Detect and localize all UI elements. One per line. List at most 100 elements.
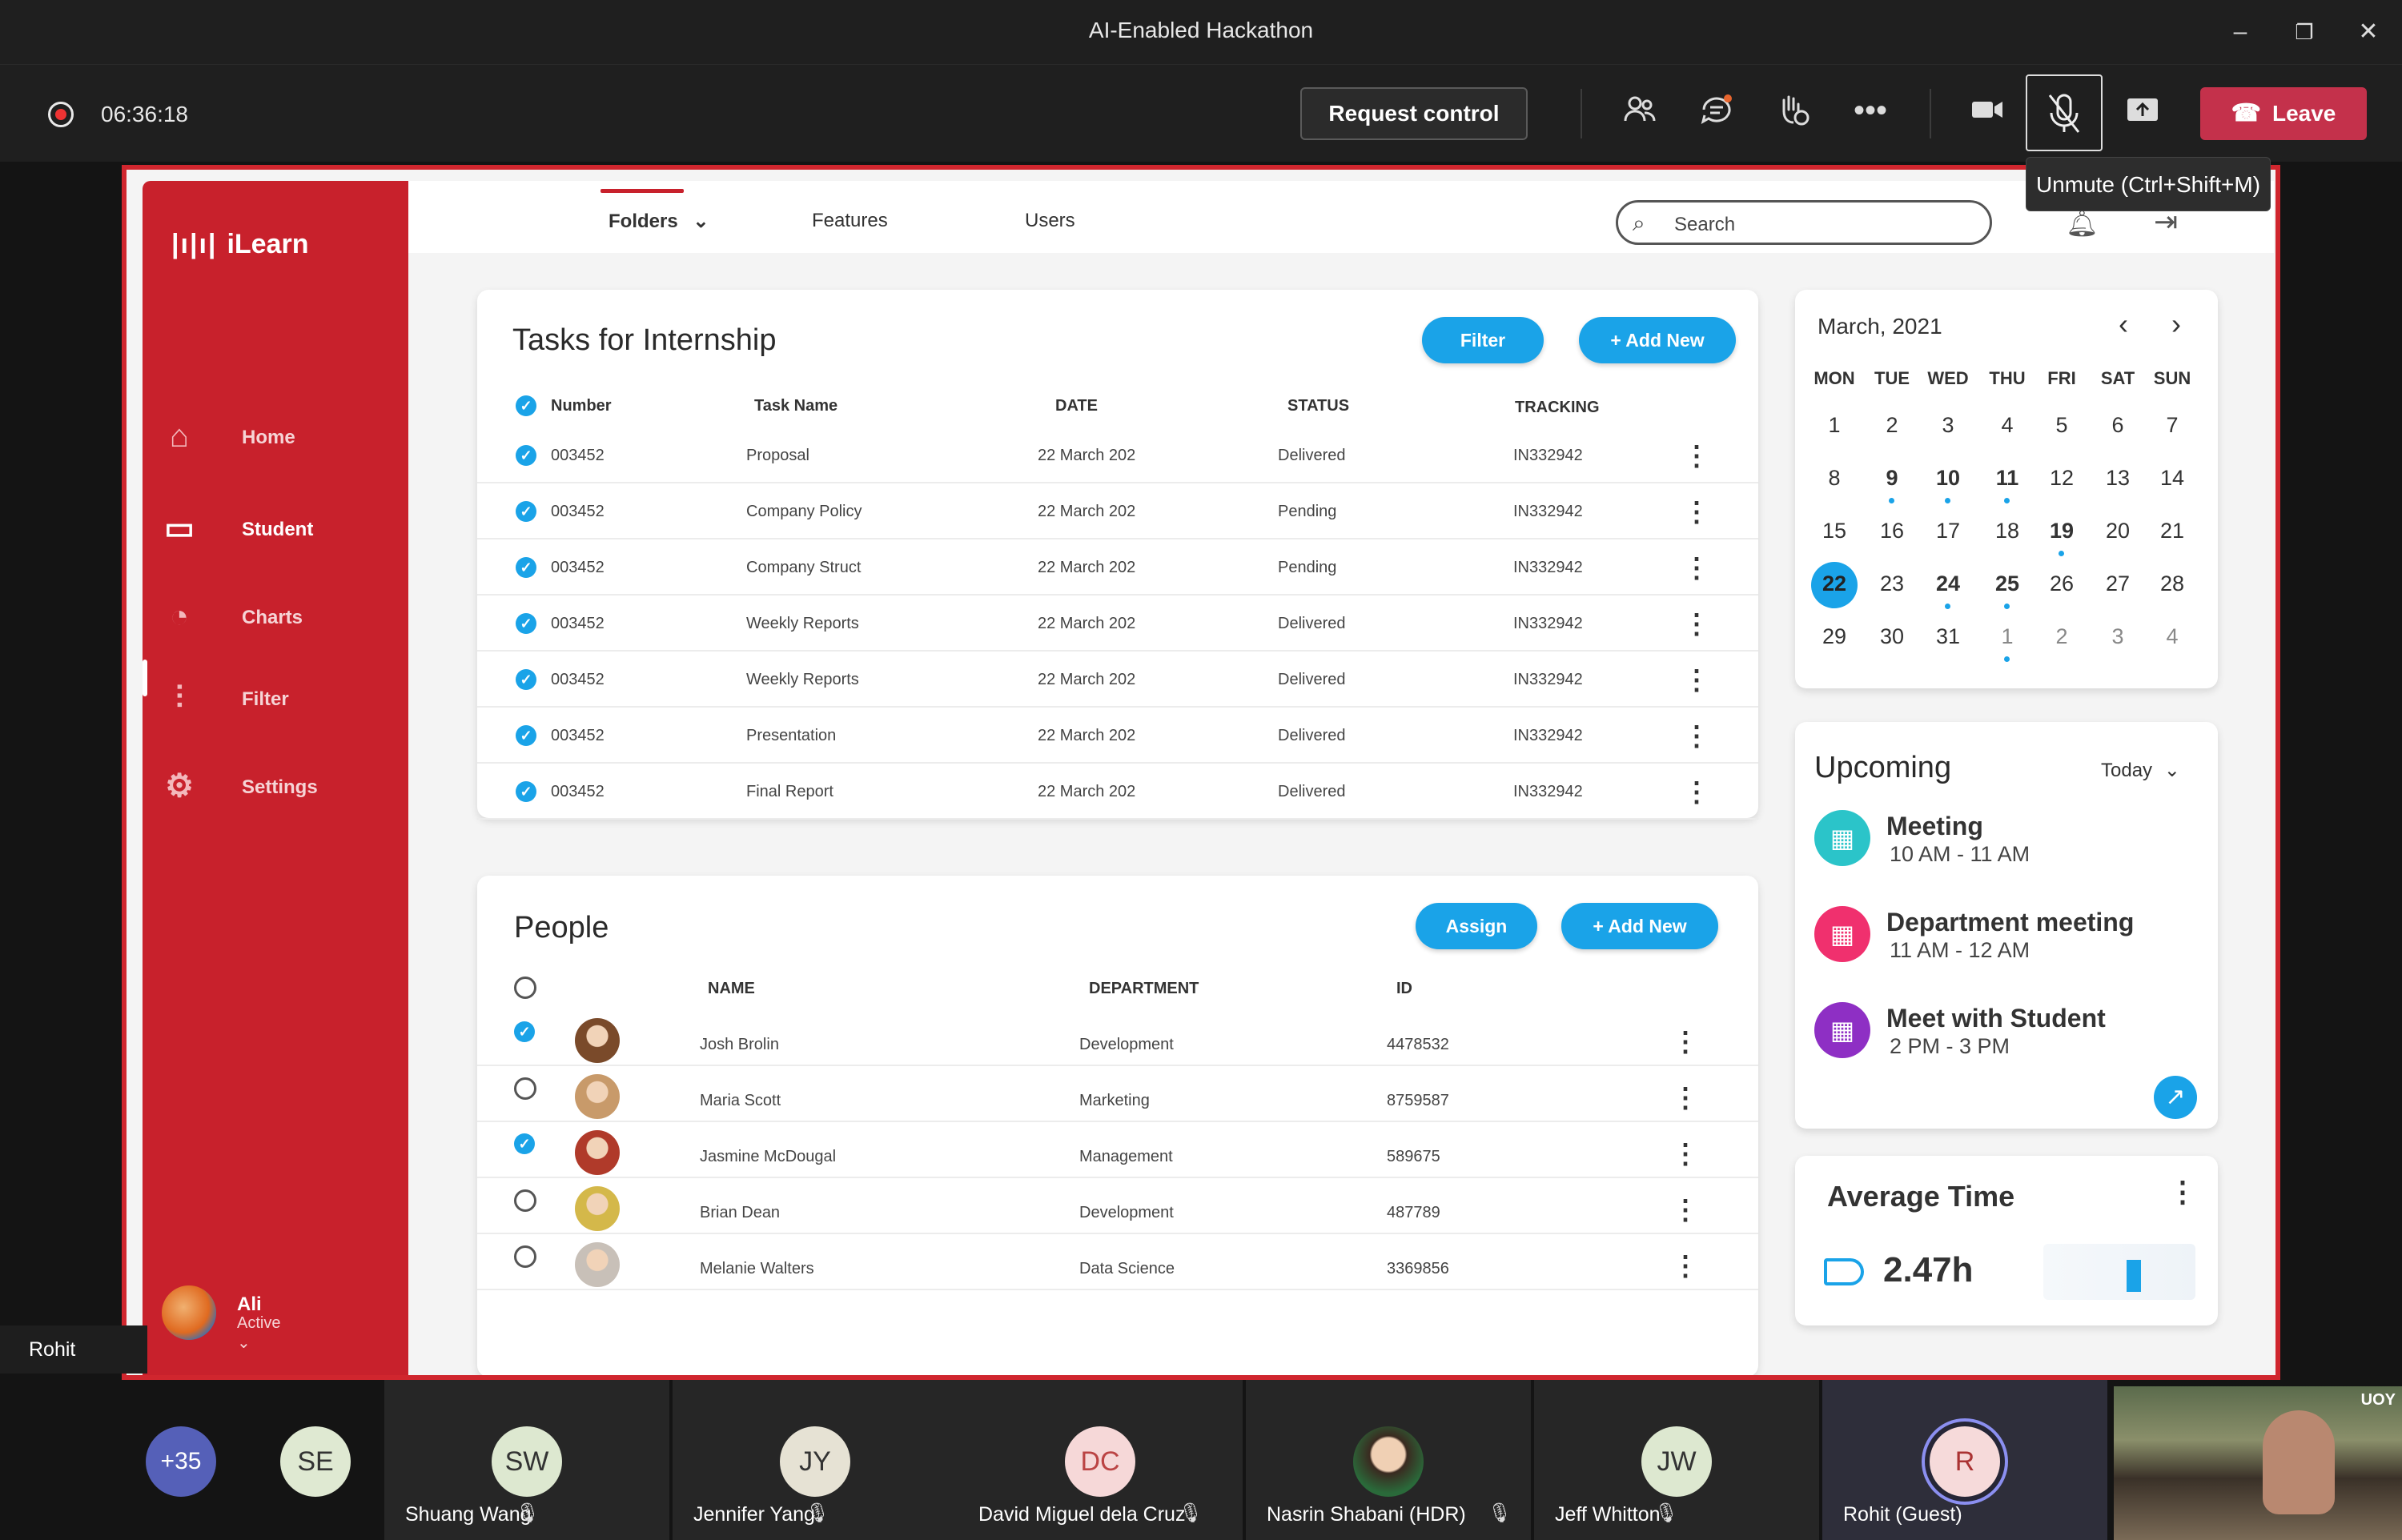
- table-row[interactable]: Maria Scott Marketing 8759587 ⋮: [477, 1068, 1758, 1122]
- calendar-day[interactable]: 9: [1868, 466, 1916, 491]
- kebab-menu-icon[interactable]: ⋮: [2168, 1175, 2197, 1209]
- event-title[interactable]: Meeting: [1886, 812, 1983, 841]
- row-menu-icon[interactable]: ⋮: [1672, 1026, 1699, 1058]
- calendar-day[interactable]: 2: [2038, 624, 2086, 649]
- calendar-day[interactable]: 14: [2148, 466, 2196, 491]
- row-menu-icon[interactable]: ⋮: [1683, 608, 1710, 640]
- col-tracking[interactable]: TRACKING: [1515, 399, 1600, 417]
- tab-features[interactable]: Features: [812, 210, 888, 232]
- mic-button[interactable]: [2026, 74, 2103, 151]
- col-id[interactable]: ID: [1396, 980, 1412, 998]
- table-row[interactable]: ✓ 003452 Weekly Reports 22 March 202 Deliver…: [477, 653, 1758, 708]
- calendar-day[interactable]: 8: [1810, 466, 1858, 491]
- add-person-button[interactable]: + Add New: [1561, 903, 1718, 949]
- prev-month-icon[interactable]: ‹: [2119, 307, 2128, 341]
- nav-home[interactable]: ⌂ Home: [162, 409, 402, 465]
- calendar-day[interactable]: 7: [2148, 413, 2196, 438]
- row-menu-icon[interactable]: ⋮: [1683, 664, 1710, 696]
- row-menu-icon[interactable]: ⋮: [1683, 776, 1710, 808]
- row-checkbox[interactable]: ✓: [516, 613, 536, 634]
- select-all-checkbox[interactable]: [514, 977, 536, 999]
- add-task-button[interactable]: + Add New: [1579, 317, 1736, 363]
- calendar-day[interactable]: 10: [1924, 466, 1972, 491]
- row-checkbox[interactable]: ✓: [516, 445, 536, 466]
- calendar-day[interactable]: 17: [1924, 519, 1972, 543]
- calendar-day[interactable]: 29: [1810, 624, 1858, 649]
- table-row[interactable]: ✓ 003452 Weekly Reports 22 March 202 Deliver…: [477, 597, 1758, 652]
- row-checkbox[interactable]: ✓: [516, 669, 536, 690]
- row-menu-icon[interactable]: ⋮: [1683, 440, 1710, 472]
- assign-button[interactable]: Assign: [1416, 903, 1537, 949]
- col-status[interactable]: STATUS: [1287, 397, 1349, 415]
- row-checkbox[interactable]: ✓: [516, 725, 536, 746]
- select-all-checkbox[interactable]: ✓: [516, 395, 536, 416]
- tab-folders[interactable]: Folders ⌄: [609, 210, 709, 233]
- calendar-day[interactable]: 1: [1983, 624, 2031, 649]
- row-checkbox[interactable]: [514, 1077, 536, 1100]
- chat-icon[interactable]: [1694, 92, 1739, 137]
- row-menu-icon[interactable]: ⋮: [1683, 496, 1710, 528]
- request-control-button[interactable]: Request control: [1300, 87, 1528, 140]
- col-name[interactable]: NAME: [708, 980, 755, 998]
- calendar-day[interactable]: 5: [2038, 413, 2086, 438]
- calendar-day[interactable]: 4: [1983, 413, 2031, 438]
- bell-icon[interactable]: 🔔︎: [2066, 208, 2099, 239]
- calendar-day[interactable]: 15: [1810, 519, 1858, 543]
- table-row[interactable]: Melanie Walters Data Science 3369856 ⋮: [477, 1236, 1758, 1290]
- calendar-day[interactable]: 27: [2094, 571, 2142, 596]
- tab-users[interactable]: Users: [1025, 210, 1075, 232]
- search-input[interactable]: ⌕ Search: [1616, 200, 1992, 245]
- col-date[interactable]: DATE: [1055, 397, 1098, 415]
- calendar-day[interactable]: 20: [2094, 519, 2142, 543]
- calendar-day[interactable]: 18: [1983, 519, 2031, 543]
- calendar-day[interactable]: 31: [1924, 624, 1972, 649]
- minimize-icon[interactable]: –: [2223, 14, 2258, 50]
- more-options-icon[interactable]: •••: [1848, 92, 1893, 137]
- table-row[interactable]: ✓ 003452 Company Policy 22 March 202 Pending…: [477, 485, 1758, 539]
- participant-avatar[interactable]: SE: [280, 1426, 351, 1497]
- camera-icon[interactable]: [1965, 92, 2010, 137]
- calendar-day[interactable]: 3: [2094, 624, 2142, 649]
- filter-button[interactable]: Filter: [1422, 317, 1544, 363]
- calendar-day[interactable]: 30: [1868, 624, 1916, 649]
- calendar-day[interactable]: 6: [2094, 413, 2142, 438]
- calendar-day[interactable]: 3: [1924, 413, 1972, 438]
- participant-video[interactable]: UOY: [2114, 1386, 2402, 1540]
- calendar-day[interactable]: 2: [1868, 413, 1916, 438]
- participants-icon[interactable]: [1617, 92, 1662, 137]
- row-menu-icon[interactable]: ⋮: [1672, 1250, 1699, 1282]
- calendar-day[interactable]: 21: [2148, 519, 2196, 543]
- row-checkbox[interactable]: ✓: [516, 781, 536, 802]
- restore-icon[interactable]: ❐: [2287, 14, 2322, 50]
- raise-hand-icon[interactable]: [1771, 92, 1816, 137]
- row-checkbox[interactable]: ✓: [514, 1133, 535, 1154]
- calendar-day[interactable]: 25: [1983, 571, 2031, 596]
- upcoming-filter-dropdown[interactable]: Today ⌄: [2101, 759, 2180, 782]
- leave-button[interactable]: ☎ Leave: [2200, 87, 2367, 140]
- table-row[interactable]: ✓ 003452 Presentation 22 March 202 Delivered…: [477, 709, 1758, 764]
- calendar-day[interactable]: 11: [1983, 466, 2031, 491]
- calendar-day[interactable]: 12: [2038, 466, 2086, 491]
- row-checkbox[interactable]: ✓: [516, 557, 536, 578]
- app-logo[interactable]: |ı|ı| iLearn: [171, 229, 308, 260]
- more-participants-badge[interactable]: +35: [146, 1426, 216, 1497]
- share-screen-icon[interactable]: [2120, 92, 2165, 137]
- row-menu-icon[interactable]: ⋮: [1672, 1194, 1699, 1226]
- next-month-icon[interactable]: ›: [2171, 307, 2181, 341]
- table-row[interactable]: ✓ Josh Brolin Development 4478532 ⋮: [477, 1012, 1758, 1066]
- nav-student[interactable]: ▭ Student: [162, 501, 402, 557]
- close-icon[interactable]: ✕: [2351, 14, 2386, 50]
- row-checkbox[interactable]: ✓: [516, 501, 536, 522]
- nav-settings[interactable]: ⚙ Settings: [162, 759, 402, 815]
- row-checkbox[interactable]: ✓: [514, 1021, 535, 1042]
- table-row[interactable]: ✓ 003452 Final Report 22 March 202 Delivered…: [477, 765, 1758, 820]
- calendar-day[interactable]: 4: [2148, 624, 2196, 649]
- calendar-day[interactable]: 16: [1868, 519, 1916, 543]
- event-title[interactable]: Department meeting: [1886, 908, 2134, 937]
- table-row[interactable]: ✓ 003452 Company Struct 22 March 202 Pending…: [477, 541, 1758, 596]
- col-task-name[interactable]: Task Name: [754, 397, 837, 415]
- row-menu-icon[interactable]: ⋮: [1683, 720, 1710, 752]
- nav-charts[interactable]: ◔ Charts: [162, 589, 402, 645]
- user-status[interactable]: Active ⌄: [237, 1314, 280, 1353]
- calendar-day[interactable]: 1: [1810, 413, 1858, 438]
